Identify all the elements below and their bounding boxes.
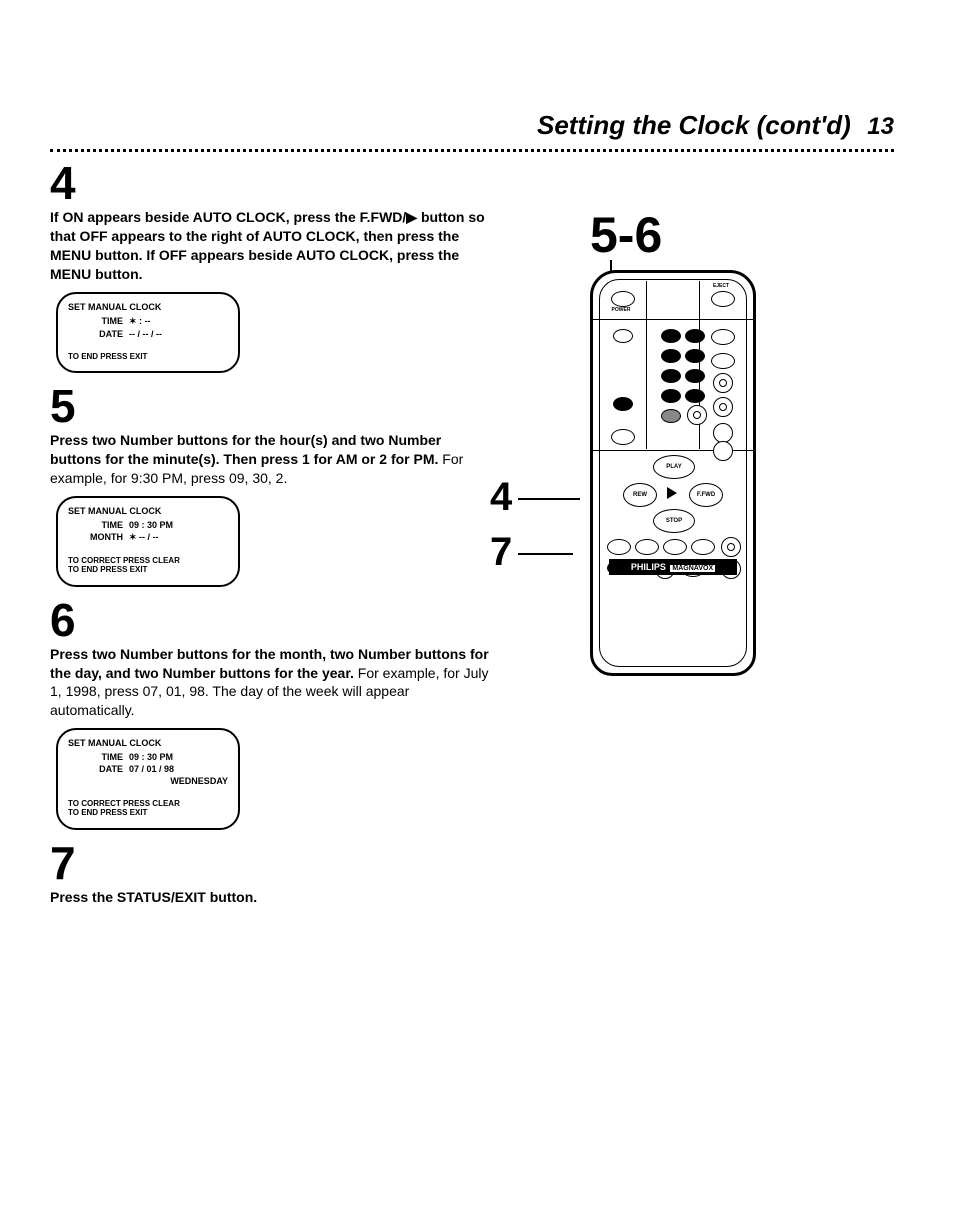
step-7-number: 7 [50, 840, 490, 886]
brand-magnavox: MAGNAVOX [670, 565, 715, 572]
page-number: 13 [867, 113, 894, 140]
screen-2: SET MANUAL CLOCK TIME 09 : 30 PM MONTH ✶… [56, 496, 240, 587]
eject-label: EJECT [706, 283, 736, 289]
play-button[interactable]: PLAY [653, 455, 695, 479]
step-6-number: 6 [50, 597, 490, 643]
power-label: POWER [606, 307, 636, 313]
row3-btn-2[interactable] [635, 539, 659, 555]
page-title: Setting the Clock (cont'd) [537, 110, 851, 140]
screen-3-date-value: 07 / 01 / 98 [129, 764, 228, 774]
rew-button[interactable]: REW [623, 483, 657, 507]
screen-3-time-value: 09 : 30 PM [129, 752, 228, 762]
step-4-text: If ON appears beside AUTO CLOCK, press t… [50, 208, 490, 284]
num-2-button[interactable] [685, 329, 705, 343]
remote-diagram: 5-6 4 7 POWER EJECT [490, 160, 894, 676]
callout-5-6: 5-6 [590, 210, 894, 260]
num-5-button[interactable] [661, 369, 681, 383]
num-6-button[interactable] [685, 369, 705, 383]
remote-control: POWER EJECT [590, 270, 756, 676]
callout-4: 4 [490, 475, 512, 520]
vol-up-button[interactable] [713, 423, 733, 443]
eject-button[interactable] [711, 291, 735, 307]
num-8-button[interactable] [685, 389, 705, 403]
screen-1-time-label: TIME [68, 316, 129, 327]
mute-button[interactable] [713, 373, 733, 393]
play-icon [667, 487, 677, 499]
screen-1-footer: TO END PRESS EXIT [68, 353, 228, 362]
screen-3-title: SET MANUAL CLOCK [68, 738, 228, 748]
num-3-button[interactable] [661, 349, 681, 363]
step-7-text: Press the STATUS/EXIT button. [50, 888, 490, 907]
step-4-number: 4 [50, 160, 490, 206]
nav-ring: PLAY STOP REW F.FWD [625, 455, 721, 533]
screen-3-time-label: TIME [68, 752, 129, 762]
display-button[interactable] [613, 329, 633, 343]
callout-7: 7 [490, 530, 512, 575]
brand-philips: PHILIPS [631, 562, 666, 572]
screen-1-date-value: -- / -- / -- [129, 329, 228, 339]
brand-strip: PHILIPS MAGNAVOX [609, 559, 737, 575]
screen-2-title: SET MANUAL CLOCK [68, 506, 228, 516]
power-button[interactable] [611, 291, 635, 307]
screen-2-time-value: 09 : 30 PM [129, 520, 228, 530]
screen-1-date-label: DATE [68, 329, 129, 339]
screen-2-month-label: MONTH [68, 532, 129, 543]
row3-btn-4[interactable] [691, 539, 715, 555]
ch-dn-button[interactable] [711, 353, 735, 369]
step-5-text: Press two Number buttons for the hour(s)… [50, 431, 490, 488]
pause-button[interactable] [687, 405, 707, 425]
menu-button[interactable] [611, 429, 635, 445]
step-5-number: 5 [50, 383, 490, 429]
divider [50, 149, 894, 152]
rec-button[interactable] [613, 397, 633, 411]
screen-3-date-label: DATE [68, 764, 129, 774]
row3-btn-1[interactable] [607, 539, 631, 555]
screen-3: SET MANUAL CLOCK TIME 09 : 30 PM DATE 07… [56, 728, 240, 830]
row3-btn-5[interactable] [721, 537, 741, 557]
num-4-button[interactable] [685, 349, 705, 363]
screen-2-time-label: TIME [68, 520, 129, 530]
instructions-column: 4 If ON appears beside AUTO CLOCK, press… [50, 160, 490, 915]
screen-1-time-value: ✶ : -- [129, 316, 228, 327]
screen-2-footer: TO CORRECT PRESS CLEAR TO END PRESS EXIT [68, 557, 228, 575]
screen-3-footer: TO CORRECT PRESS CLEAR TO END PRESS EXIT [68, 800, 228, 818]
screen-2-month-value: ✶ -- / -- [129, 532, 228, 543]
row3-btn-3[interactable] [663, 539, 687, 555]
num-7-button[interactable] [661, 389, 681, 403]
ffwd-button[interactable]: F.FWD [689, 483, 723, 507]
screen-1: SET MANUAL CLOCK TIME ✶ : -- DATE -- / -… [56, 292, 240, 374]
num-9-button[interactable] [661, 409, 681, 423]
step-6-text: Press two Number buttons for the month, … [50, 645, 490, 721]
num-1-button[interactable] [661, 329, 681, 343]
ch-up-button[interactable] [711, 329, 735, 345]
stop-button[interactable]: STOP [653, 509, 695, 533]
rec-mode-button[interactable] [713, 397, 733, 417]
screen-3-weekday: WEDNESDAY [129, 776, 228, 786]
screen-1-title: SET MANUAL CLOCK [68, 302, 228, 312]
